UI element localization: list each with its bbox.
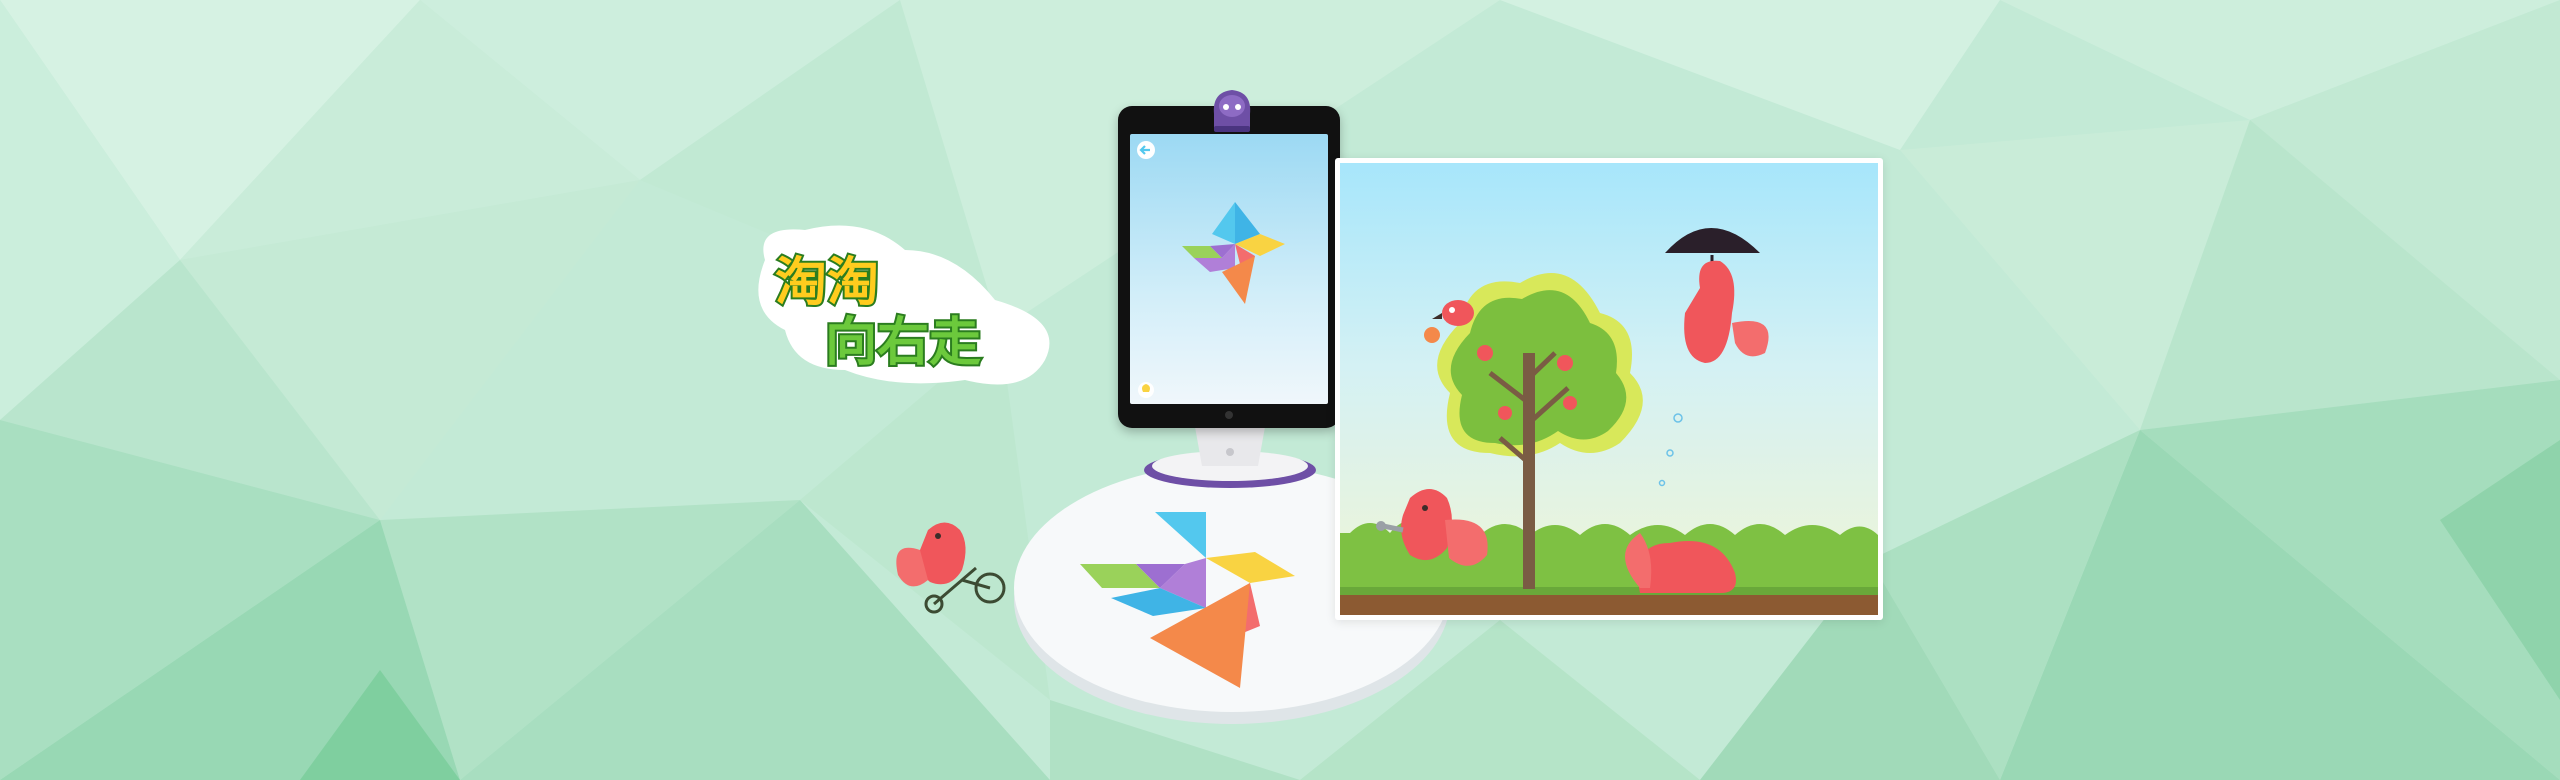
logo-line1: 淘淘 (775, 253, 879, 313)
squirrel-with-wrench (1376, 489, 1488, 566)
home-button (1225, 411, 1233, 419)
game-logo: 淘淘 向右走 (758, 225, 1050, 385)
squirrel-on-bicycle (896, 522, 1006, 614)
logo-line2: 向右走 (825, 313, 981, 373)
bubbles (1658, 413, 1683, 487)
tablet-device (1118, 106, 1340, 428)
camera-mirror-robot (1213, 90, 1251, 132)
promo-banner: 淘淘 向右走 (0, 0, 2560, 780)
tablet-screen (1130, 134, 1328, 404)
squirrel-with-umbrella (1665, 228, 1769, 363)
tangram-target-silhouette (1182, 202, 1285, 304)
